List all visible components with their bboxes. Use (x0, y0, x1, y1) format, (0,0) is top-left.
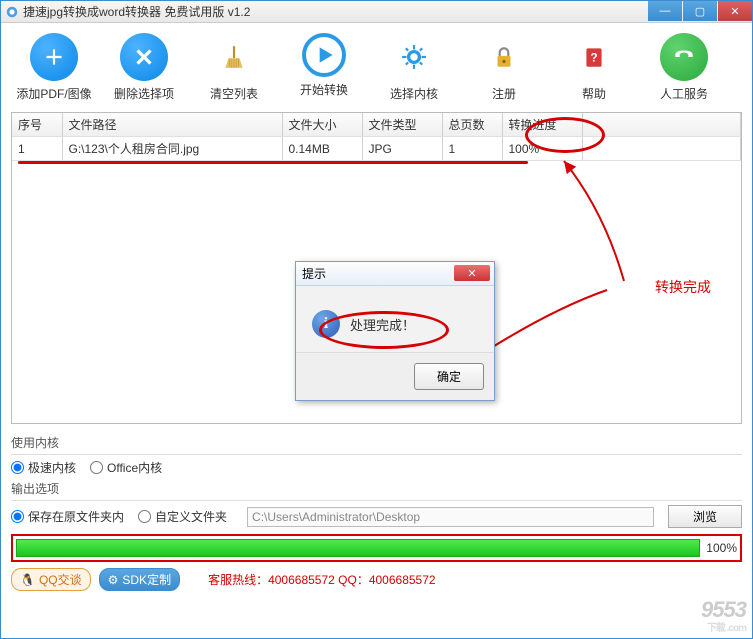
phone-icon (660, 33, 708, 81)
col-pages[interactable]: 总页数 (442, 113, 502, 137)
dialog-message: 处理完成！ (350, 315, 415, 334)
progress-area: 100% (11, 534, 742, 562)
qq-chat-button[interactable]: 🐧 QQ交谈 (11, 568, 91, 591)
message-dialog: 提示 ✕ i 处理完成！ 确定 (295, 261, 495, 401)
col-spacer (582, 113, 741, 137)
app-icon (5, 5, 19, 19)
minimize-button[interactable]: — (648, 1, 682, 21)
col-type[interactable]: 文件类型 (362, 113, 442, 137)
dialog-ok-button[interactable]: 确定 (414, 363, 484, 390)
dialog-close-button[interactable]: ✕ (454, 265, 490, 281)
window-title: 捷速jpg转换成word转换器 免费试用版 v1.2 (23, 3, 748, 20)
kernel-button[interactable]: 选择内核 (369, 33, 459, 102)
table-header-row: 序号 文件路径 文件大小 文件类型 总页数 转换进度 (12, 113, 741, 137)
output-path-input[interactable] (247, 507, 654, 527)
help-button[interactable]: ? 帮助 (549, 33, 639, 102)
output-label: 输出选项 (11, 480, 742, 497)
kernel-label: 使用内核 (11, 434, 742, 451)
register-button[interactable]: 注册 (459, 33, 549, 102)
help-icon: ? (570, 33, 618, 81)
dialog-titlebar[interactable]: 提示 ✕ (296, 262, 494, 286)
output-orig-radio[interactable]: 保存在原文件夹内 (11, 508, 124, 525)
info-icon: i (312, 310, 340, 338)
toolbar: 添加PDF/图像 删除选择项 清空列表 开始转换 选择内核 注册 ? 帮助 人工 (1, 23, 752, 108)
lock-icon (480, 33, 528, 81)
human-service-button[interactable]: 人工服务 (639, 33, 729, 102)
browse-button[interactable]: 浏览 (668, 505, 742, 528)
delete-button[interactable]: 删除选择项 (99, 33, 189, 102)
play-icon (302, 33, 346, 77)
col-path[interactable]: 文件路径 (62, 113, 282, 137)
plus-icon (30, 33, 78, 81)
add-file-button[interactable]: 添加PDF/图像 (9, 33, 99, 102)
progress-percent: 100% (706, 541, 737, 555)
maximize-button[interactable]: ▢ (683, 1, 717, 21)
output-section: 输出选项 保存在原文件夹内 自定义文件夹 浏览 (11, 480, 742, 528)
annotation-underline (18, 161, 528, 164)
svg-text:?: ? (590, 50, 597, 64)
footer: 🐧 QQ交谈 ⚙ SDK定制 客服热线：4006685572 QQ：400668… (11, 568, 742, 591)
progress-bar (16, 539, 700, 557)
broom-icon (210, 33, 258, 81)
gear-icon (390, 33, 438, 81)
col-size[interactable]: 文件大小 (282, 113, 362, 137)
hotline-text: 客服热线：4006685572 QQ：4006685572 (208, 571, 435, 588)
dialog-title: 提示 (302, 265, 326, 282)
col-seq[interactable]: 序号 (12, 113, 62, 137)
clear-button[interactable]: 清空列表 (189, 33, 279, 102)
sdk-button[interactable]: ⚙ SDK定制 (99, 568, 180, 591)
kernel-office-radio[interactable]: Office内核 (90, 459, 162, 476)
watermark: 9553下载 .com (701, 597, 746, 634)
kernel-section: 使用内核 极速内核 Office内核 (11, 434, 742, 476)
close-button[interactable]: ✕ (718, 1, 752, 21)
col-progress[interactable]: 转换进度 (502, 113, 582, 137)
titlebar: 捷速jpg转换成word转换器 免费试用版 v1.2 — ▢ ✕ (1, 1, 752, 23)
kernel-fast-radio[interactable]: 极速内核 (11, 459, 76, 476)
table-row[interactable]: 1 G:\123\个人租房合同.jpg 0.14MB JPG 1 100% (12, 137, 741, 161)
start-button[interactable]: 开始转换 (279, 33, 369, 102)
output-custom-radio[interactable]: 自定义文件夹 (138, 508, 227, 525)
annotation-arrow-1 (534, 151, 654, 291)
annotation-done-label: 转换完成 (655, 277, 711, 297)
x-icon (120, 33, 168, 81)
